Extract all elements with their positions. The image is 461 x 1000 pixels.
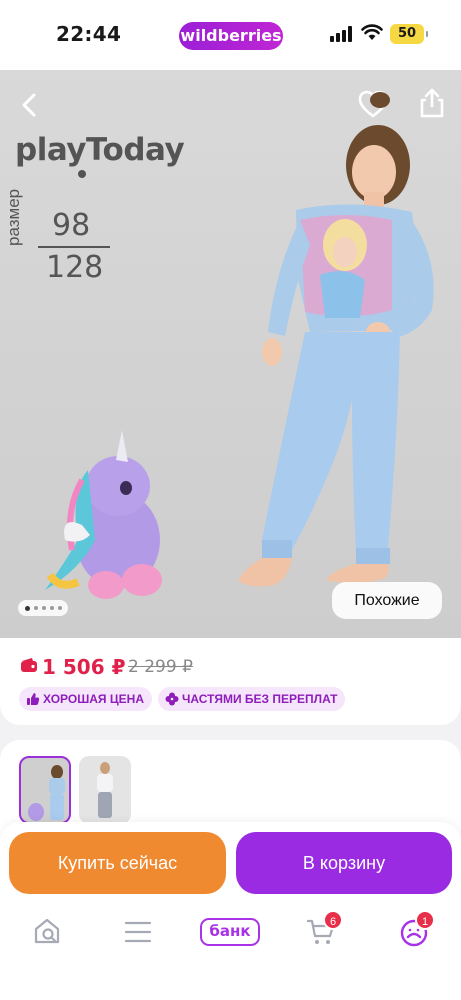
- status-time: 22:44: [56, 22, 122, 46]
- bank-icon[interactable]: банк: [200, 918, 260, 946]
- carousel-dots[interactable]: [18, 600, 68, 616]
- profile-count-badge: 1: [415, 910, 435, 930]
- brand-pill: wildberries: [179, 22, 283, 50]
- thumbnail-2[interactable]: [79, 756, 131, 824]
- thumbnail-2-image: [97, 762, 113, 818]
- clover-icon: [165, 692, 179, 706]
- product-gallery[interactable]: playToday размер 98 128 Похожие: [0, 70, 461, 638]
- cart-count-badge: 6: [323, 910, 343, 930]
- installments-label: ЧАСТЯМИ БЕЗ ПЕРЕПЛАТ: [182, 692, 338, 706]
- action-bar: Купить сейчас В корзину: [0, 822, 461, 904]
- menu-icon[interactable]: [124, 920, 152, 944]
- product-photo: [45, 92, 434, 599]
- installments-badge[interactable]: ЧАСТЯМИ БЕЗ ПЕРЕПЛАТ: [158, 687, 346, 711]
- signal-icon: [330, 26, 354, 42]
- similar-button[interactable]: Похожие: [332, 582, 442, 619]
- old-price: 2 299 ₽: [128, 657, 193, 677]
- wifi-icon: [361, 24, 383, 40]
- bottom-tab-bar: банк 6 1: [0, 904, 461, 1000]
- current-price: 1 506 ₽: [42, 655, 126, 679]
- battery-indicator: 50: [390, 24, 428, 44]
- good-price-badge[interactable]: ХОРОШАЯ ЦЕНА: [19, 687, 152, 711]
- add-to-cart-button[interactable]: В корзину: [236, 832, 452, 894]
- thumbnail-1[interactable]: [19, 756, 71, 824]
- thumbnail-1-image: [28, 765, 65, 821]
- buy-now-button[interactable]: Купить сейчас: [9, 832, 226, 894]
- wallet-icon: [21, 658, 37, 672]
- home-search-icon[interactable]: [32, 916, 62, 946]
- status-bar: 22:44 wildberries 50: [0, 0, 461, 70]
- price-card: 1 506 ₽ 2 299 ₽ ХОРОШАЯ ЦЕНА ЧАСТЯМИ БЕЗ…: [0, 638, 461, 725]
- product-page: 22:44 wildberries 50 playToday размер 98…: [0, 0, 461, 1000]
- thumbs-up-icon: [27, 693, 40, 705]
- good-price-label: ХОРОШАЯ ЦЕНА: [43, 692, 144, 706]
